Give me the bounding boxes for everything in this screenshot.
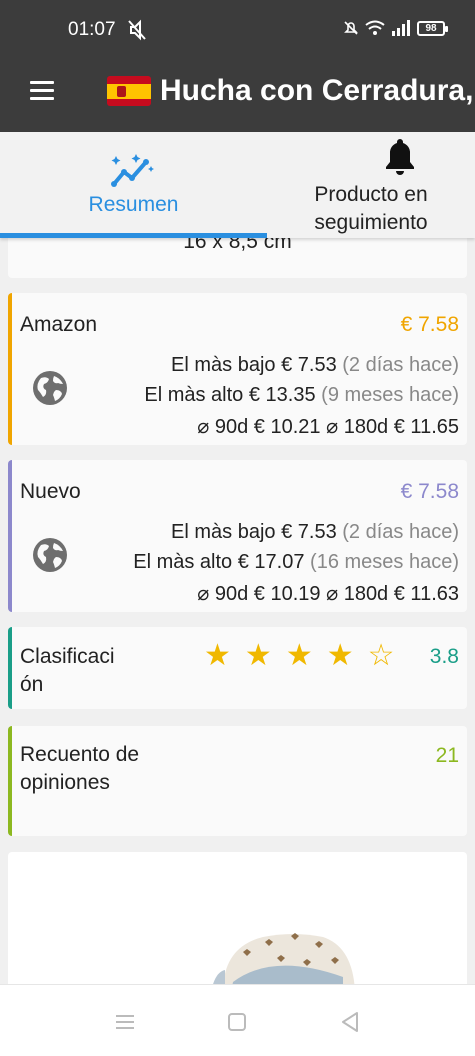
price-card-name: Nuevo: [20, 480, 81, 503]
price-lowest-row: El màs bajo € 7.53 (2 días hace): [171, 354, 459, 376]
star-filled-icon: ★: [244, 639, 272, 672]
active-tab-indicator: [0, 233, 267, 238]
reviews-card: Recuento de opiniones 21: [8, 726, 467, 836]
star-empty-icon: ☆: [367, 639, 395, 672]
home-icon[interactable]: [224, 1009, 250, 1035]
price-card-current: € 7.58: [400, 313, 459, 336]
rating-label: Clasificaci ón: [20, 645, 115, 696]
recents-icon[interactable]: [112, 1009, 138, 1035]
tab-summary[interactable]: Resumen: [0, 132, 267, 238]
rating-card: Clasificaci ón ★ ★ ★ ★ ☆ 3.8: [8, 627, 467, 709]
page-title: Hucha con Cerradura, C: [160, 74, 475, 107]
mute-icon: [128, 19, 146, 41]
dimensions-text: 16 x 8,5 cm: [183, 238, 292, 253]
content-scroll[interactable]: 16 x 8,5 cm Amazon € 7.58 El màs bajo € …: [0, 238, 475, 984]
star-filled-icon: ★: [285, 639, 313, 672]
price-average-row: ⌀ 90d € 10.21 ⌀ 180d € 11.65: [197, 416, 459, 438]
signal-icon: [392, 20, 410, 36]
alarm-off-icon: [344, 21, 358, 35]
product-image-card[interactable]: [8, 852, 467, 984]
price-highest-row: El màs alto € 17.07 (16 meses hace): [133, 551, 459, 573]
wifi-icon: [365, 20, 385, 35]
status-bar: 01:07 98: [0, 0, 475, 60]
rating-value: 3.8: [429, 645, 459, 668]
price-card-amazon[interactable]: Amazon € 7.58 El màs bajo € 7.53 (2 días…: [8, 293, 467, 445]
back-icon[interactable]: [337, 1009, 363, 1035]
reviews-count: 21: [435, 744, 459, 767]
price-highest-row: El màs alto € 13.35 (9 meses hace): [144, 384, 459, 406]
sparkle-chart-icon: [111, 154, 154, 187]
bell-icon: [386, 139, 414, 175]
star-filled-icon: ★: [326, 639, 354, 672]
tab-bar: Resumen Producto en seguimiento: [0, 132, 475, 238]
battery-icon: 98: [417, 20, 448, 36]
dimensions-card: 16 x 8,5 cm: [8, 238, 467, 278]
star-filled-icon: ★: [204, 639, 231, 672]
rating-stars: ★ ★ ★ ★ ☆: [204, 640, 395, 672]
price-average-row: ⌀ 90d € 10.19 ⌀ 180d € 11.63: [197, 583, 459, 605]
reviews-label: Recuento de opiniones: [20, 743, 140, 794]
tab-summary-label: Resumen: [88, 193, 179, 216]
price-card-new[interactable]: Nuevo € 7.58 El màs bajo € 7.53 (2 días …: [8, 460, 467, 612]
spain-flag-icon: [107, 76, 151, 106]
status-time: 01:07: [68, 19, 116, 40]
price-lowest-row: El màs bajo € 7.53 (2 días hace): [171, 521, 459, 543]
tab-tracking-label: Producto en seguimiento: [314, 183, 428, 234]
system-nav-bar: [0, 984, 475, 1056]
price-card-name: Amazon: [20, 313, 98, 336]
globe-icon: [33, 371, 67, 405]
tab-tracking[interactable]: Producto en seguimiento: [267, 132, 475, 238]
app-bar: Hucha con Cerradura, C: [0, 60, 475, 132]
status-icons: 98: [343, 20, 448, 36]
price-card-current: € 7.58: [400, 480, 459, 503]
globe-icon: [33, 538, 67, 572]
product-image: [213, 933, 355, 984]
hamburger-menu-icon[interactable]: [30, 81, 54, 105]
